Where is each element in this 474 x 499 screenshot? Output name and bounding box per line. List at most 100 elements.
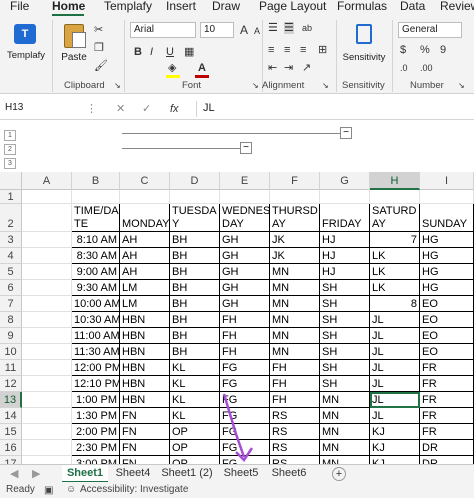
merge-center-icon[interactable]: ⊞: [318, 44, 327, 56]
row-header-10[interactable]: 10: [0, 344, 22, 360]
schedule-cell[interactable]: FG: [220, 440, 270, 456]
empty-cell[interactable]: [22, 440, 72, 456]
schedule-cell[interactable]: HBN: [120, 376, 170, 392]
name-box-menu-icon[interactable]: ⋮: [86, 103, 97, 115]
row-header-8[interactable]: 8: [0, 312, 22, 328]
schedule-cell[interactable]: HJ: [320, 232, 370, 248]
empty-cell[interactable]: [220, 190, 270, 204]
schedule-cell[interactable]: HBN: [120, 392, 170, 408]
shrink-font-icon[interactable]: A: [254, 25, 260, 37]
column-header-f[interactable]: F: [270, 172, 320, 190]
schedule-cell[interactable]: FR: [420, 424, 474, 440]
schedule-cell[interactable]: FH: [220, 312, 270, 328]
empty-cell[interactable]: [270, 190, 320, 204]
empty-cell[interactable]: [420, 190, 474, 204]
schedule-cell[interactable]: SH: [320, 312, 370, 328]
top-align-icon[interactable]: ☰: [268, 22, 278, 34]
macro-icon[interactable]: ▣: [44, 483, 53, 499]
schedule-cell[interactable]: JL: [370, 408, 420, 424]
schedule-cell[interactable]: RS: [270, 456, 320, 464]
row-header-2[interactable]: 2: [0, 204, 22, 232]
time-cell[interactable]: 12:10 PM: [72, 376, 120, 392]
schedule-cell[interactable]: EO: [420, 344, 474, 360]
schedule-cell[interactable]: FR: [420, 392, 474, 408]
schedule-cell[interactable]: FG: [220, 360, 270, 376]
schedule-cell[interactable]: KJ: [370, 440, 420, 456]
comma-style-button[interactable]: 9: [440, 44, 446, 56]
tab-review[interactable]: Review: [440, 0, 474, 13]
schedule-cell[interactable]: DR: [420, 456, 474, 464]
dialog-launcher-icon[interactable]: ↘: [458, 80, 465, 92]
fill-color-icon[interactable]: ◈: [168, 62, 176, 74]
table-header-cell[interactable]: MONDAY: [120, 204, 170, 232]
schedule-cell[interactable]: FN: [120, 456, 170, 464]
empty-cell[interactable]: [22, 232, 72, 248]
schedule-cell[interactable]: FG: [220, 392, 270, 408]
schedule-cell[interactable]: BH: [170, 296, 220, 312]
empty-cell[interactable]: [22, 408, 72, 424]
schedule-cell[interactable]: EO: [420, 312, 474, 328]
row-header-13[interactable]: 13: [0, 392, 22, 408]
schedule-cell[interactable]: FG: [220, 424, 270, 440]
schedule-cell[interactable]: SH: [320, 360, 370, 376]
font-color-button[interactable]: A: [198, 62, 206, 74]
sheet-tab-sheet5[interactable]: Sheet5: [218, 465, 264, 483]
schedule-cell[interactable]: SH: [320, 376, 370, 392]
schedule-cell[interactable]: LK: [370, 248, 420, 264]
empty-cell[interactable]: [22, 248, 72, 264]
empty-cell[interactable]: [72, 190, 120, 204]
schedule-cell[interactable]: FG: [220, 456, 270, 464]
table-header-cell[interactable]: TIME/DA TE: [72, 204, 120, 232]
dialog-launcher-icon[interactable]: ↘: [114, 80, 121, 92]
paste-button[interactable]: Paste: [58, 20, 90, 76]
wrap-text-icon[interactable]: ab: [302, 22, 312, 34]
empty-cell[interactable]: [22, 376, 72, 392]
schedule-cell[interactable]: JL: [370, 344, 420, 360]
time-cell[interactable]: 10:30 AM: [72, 312, 120, 328]
empty-cell[interactable]: [22, 328, 72, 344]
column-header-h[interactable]: H: [370, 172, 420, 190]
tab-templafy[interactable]: Templafy: [104, 0, 152, 13]
row-header-7[interactable]: 7: [0, 296, 22, 312]
italic-button[interactable]: I: [150, 46, 153, 58]
schedule-cell[interactable]: EO: [420, 328, 474, 344]
time-cell[interactable]: 11:00 AM: [72, 328, 120, 344]
schedule-cell[interactable]: HBN: [120, 312, 170, 328]
sheet-tab-sheet1[interactable]: Sheet1: [62, 465, 108, 483]
schedule-cell[interactable]: MN: [270, 344, 320, 360]
table-header-cell[interactable]: SATURD AY: [370, 204, 420, 232]
schedule-cell[interactable]: JL: [370, 376, 420, 392]
bold-button[interactable]: B: [134, 46, 142, 58]
increase-indent-icon[interactable]: ⇥: [284, 62, 293, 74]
font-size-dropdown[interactable]: 10: [200, 22, 234, 38]
tab-home[interactable]: Home: [52, 0, 85, 13]
schedule-cell[interactable]: MN: [320, 408, 370, 424]
table-header-cell[interactable]: TUESDA Y: [170, 204, 220, 232]
time-cell[interactable]: 9:30 AM: [72, 280, 120, 296]
schedule-cell[interactable]: OP: [170, 424, 220, 440]
column-header-b[interactable]: B: [72, 172, 120, 190]
schedule-cell[interactable]: KL: [170, 408, 220, 424]
row-header-14[interactable]: 14: [0, 408, 22, 424]
percent-button[interactable]: %: [420, 44, 430, 56]
column-header-d[interactable]: D: [170, 172, 220, 190]
schedule-cell[interactable]: MN: [270, 280, 320, 296]
schedule-cell[interactable]: KL: [170, 376, 220, 392]
tab-page-layout[interactable]: Page Layout: [259, 0, 326, 13]
tab-data[interactable]: Data: [400, 0, 425, 13]
grow-font-icon[interactable]: A: [240, 24, 248, 36]
schedule-cell[interactable]: JL: [370, 312, 420, 328]
table-header-cell[interactable]: FRIDAY: [320, 204, 370, 232]
select-all-corner[interactable]: [0, 172, 22, 190]
row-header-15[interactable]: 15: [0, 424, 22, 440]
insert-function-icon[interactable]: fx: [170, 103, 179, 115]
currency-button[interactable]: $: [400, 44, 406, 56]
schedule-cell[interactable]: BH: [170, 280, 220, 296]
schedule-cell[interactable]: FR: [420, 376, 474, 392]
schedule-cell[interactable]: FN: [120, 424, 170, 440]
formula-input[interactable]: JL: [196, 101, 472, 117]
schedule-cell[interactable]: LK: [370, 280, 420, 296]
underline-button[interactable]: U: [166, 46, 174, 58]
align-center-icon[interactable]: ≡: [284, 44, 290, 56]
schedule-cell[interactable]: MN: [320, 424, 370, 440]
